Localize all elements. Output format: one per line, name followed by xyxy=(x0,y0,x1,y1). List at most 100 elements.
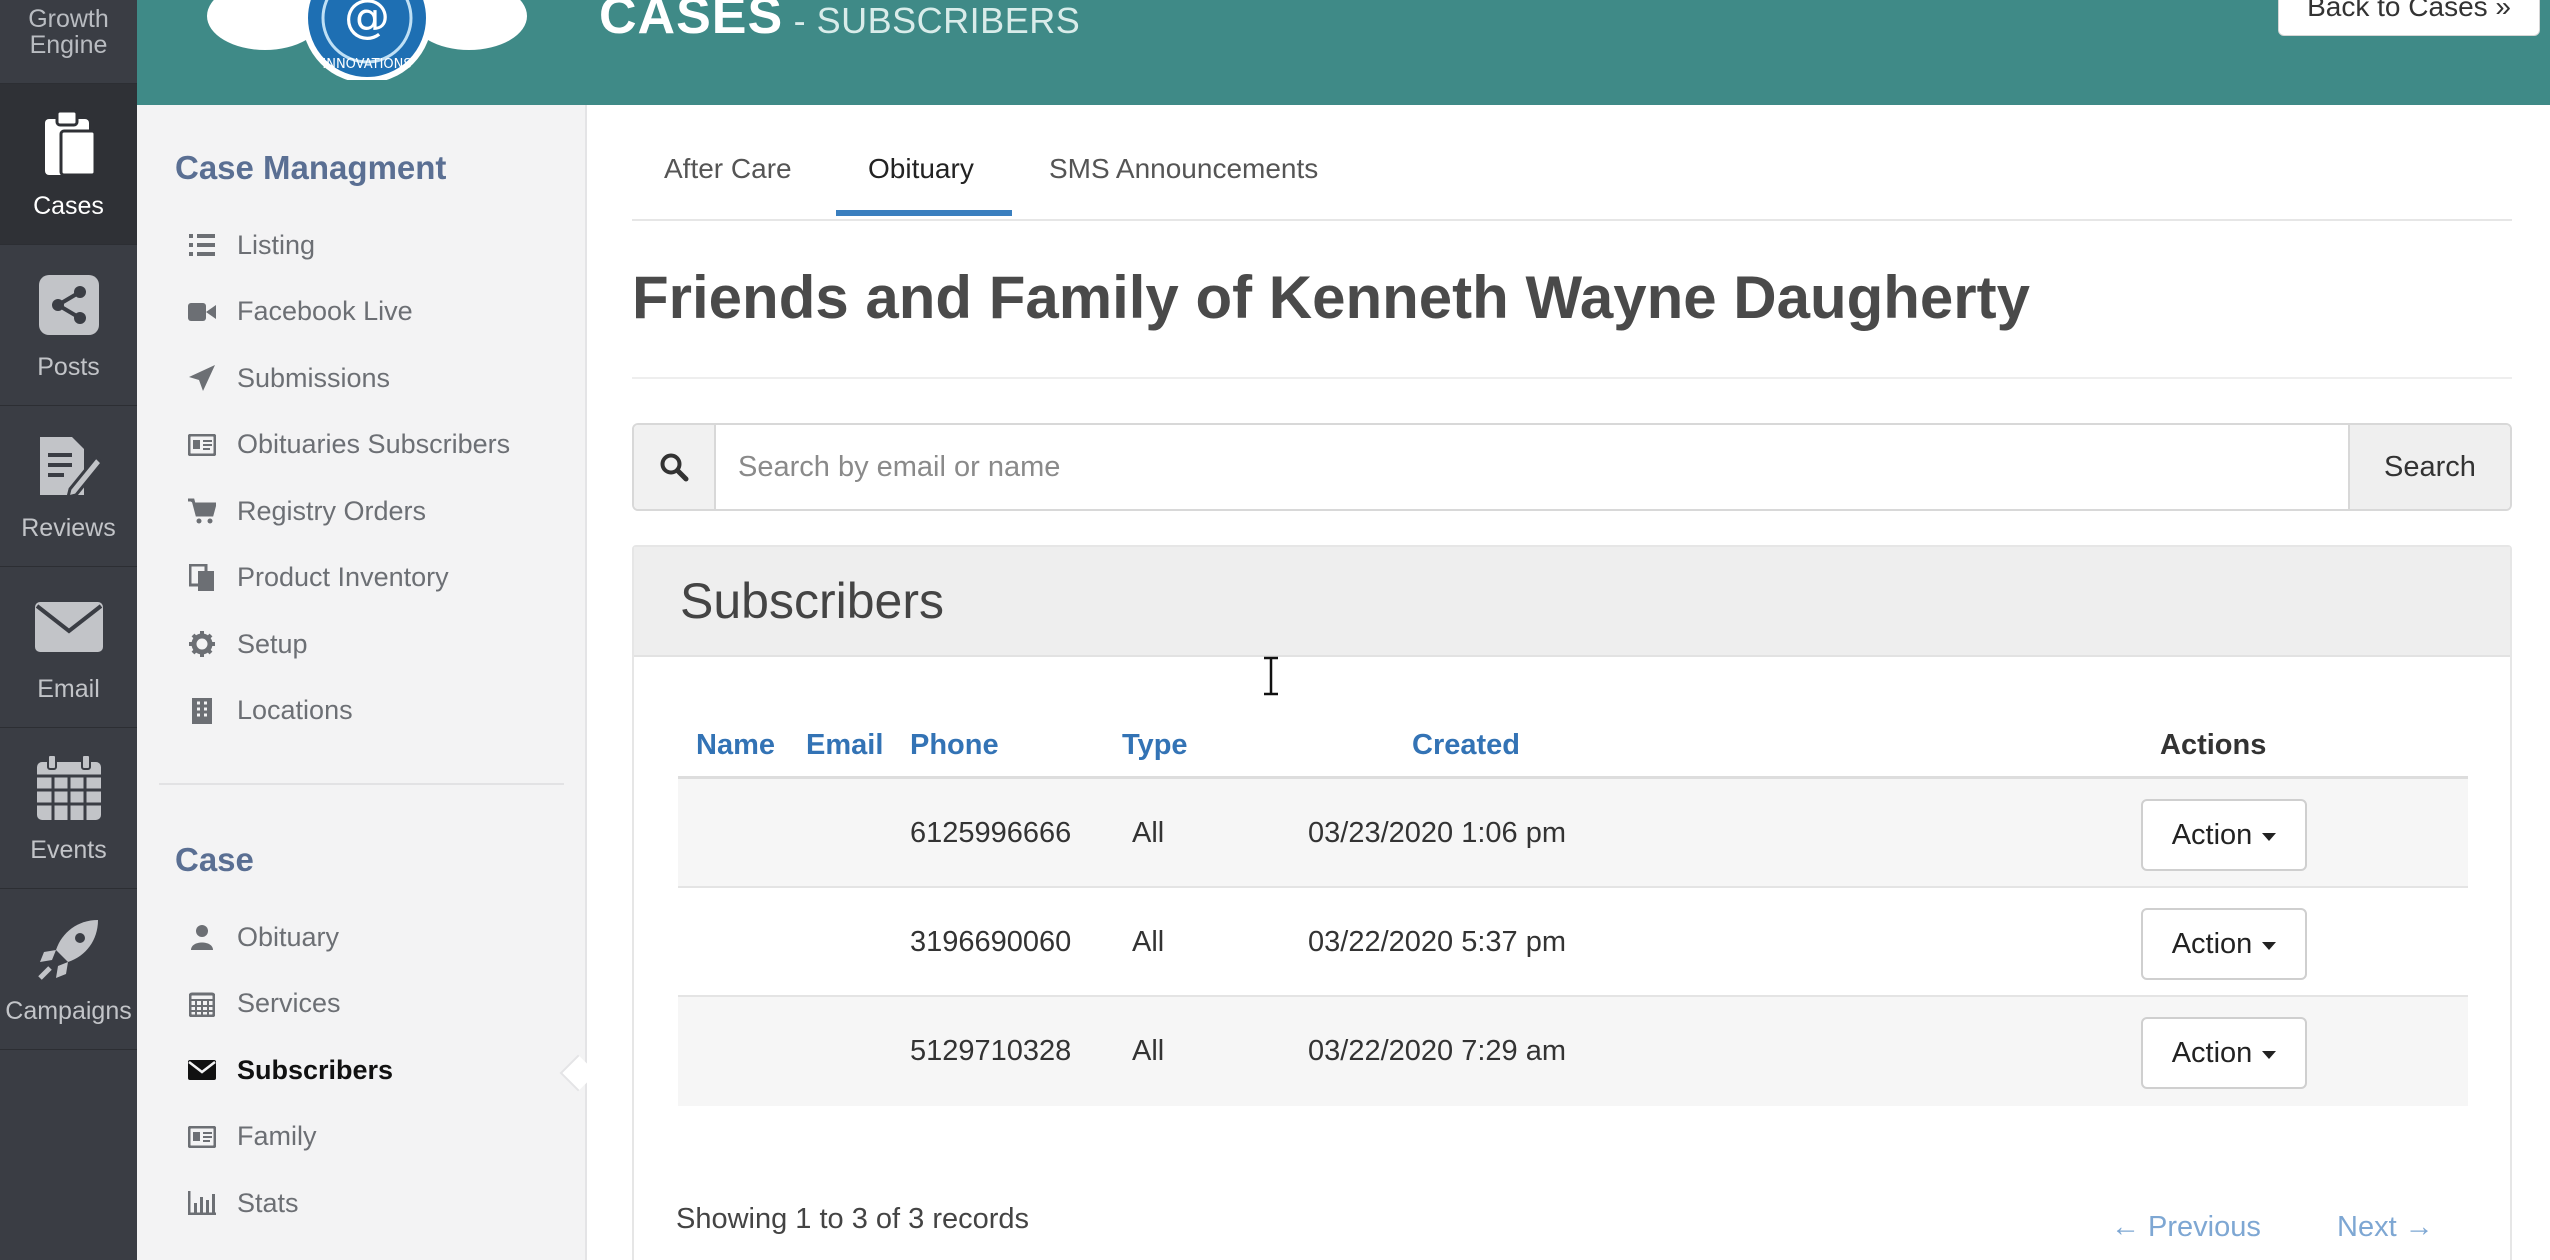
sidebar-item-submissions[interactable]: Submissions xyxy=(187,345,577,412)
sidebar-item-obituaries-subscribers[interactable]: Obituaries Subscribers xyxy=(187,412,577,479)
sidebar-item-label: Subscribers xyxy=(237,1054,394,1085)
sidebar-item-label: Product Inventory xyxy=(237,562,449,593)
rail-item-label: Email xyxy=(37,674,100,703)
rail-item-posts[interactable]: Posts xyxy=(0,245,137,406)
sidebar-heading-case-management: Case Managment xyxy=(175,149,447,186)
next-page-link[interactable]: Next → xyxy=(2337,1211,2434,1244)
sidebar-heading-case: Case xyxy=(175,841,254,878)
rail-item-label: Campaigns xyxy=(5,996,132,1025)
search-button[interactable]: Search xyxy=(2348,425,2510,509)
previous-page-link[interactable]: ← Previous xyxy=(2111,1211,2261,1244)
back-to-cases-button[interactable]: Back to Cases » xyxy=(2278,0,2540,36)
rail-item-email[interactable]: Email xyxy=(0,567,137,728)
app-window: Growth Engine Cases Posts Reviews Email … xyxy=(0,0,2550,1260)
share-icon xyxy=(33,269,105,341)
rail-brand-line-1: Growth xyxy=(28,5,109,33)
tab-sms-announcements[interactable]: SMS Announcements xyxy=(1049,153,1318,185)
search-input[interactable] xyxy=(716,425,2348,509)
cell-created: 03/23/2020 1:06 pm xyxy=(1308,817,1566,849)
cell-created: 03/22/2020 5:37 pm xyxy=(1308,926,1566,958)
sidebar-item-obituary[interactable]: Obituary xyxy=(187,904,577,971)
sidebar-item-label: Stats xyxy=(237,1187,299,1218)
building-icon xyxy=(187,696,217,726)
records-info: Showing 1 to 3 of 3 records xyxy=(676,1203,1030,1235)
envelope-icon xyxy=(33,591,105,663)
sidebar-item-label: Facebook Live xyxy=(237,296,413,327)
envelope-icon xyxy=(187,1055,217,1085)
page-header-title: CASES - SUBSCRIBERS xyxy=(599,0,1080,46)
copy-icon xyxy=(187,563,217,593)
sidebar-item-label: Setup xyxy=(237,628,308,659)
sidebar-item-family[interactable]: Family xyxy=(187,1104,577,1171)
sidebar-item-services[interactable]: Services xyxy=(187,971,577,1038)
sidebar-item-label: Locations xyxy=(237,695,353,726)
header-subtitle: - SUBSCRIBERS xyxy=(783,0,1081,41)
sidebar-item-label: Submissions xyxy=(237,362,391,393)
page-title: Friends and Family of Kenneth Wayne Daug… xyxy=(632,264,2030,331)
sidebar-item-listing[interactable]: Listing xyxy=(187,212,577,279)
action-label: Action xyxy=(2171,927,2253,960)
video-camera-icon xyxy=(187,297,217,327)
shopping-cart-icon xyxy=(187,496,217,526)
column-header-actions: Actions xyxy=(2160,729,2267,761)
sidebar-item-facebook-live[interactable]: Facebook Live xyxy=(187,279,577,346)
sidebar-item-registry-orders[interactable]: Registry Orders xyxy=(187,478,577,545)
company-logo: @ INNOVATIONS xyxy=(207,0,527,83)
calendar-icon xyxy=(33,752,105,824)
header-title: CASES xyxy=(599,0,784,45)
search-bar: Search xyxy=(632,423,2512,511)
text-cursor-icon xyxy=(1262,656,1280,696)
caret-down-icon xyxy=(2262,941,2277,950)
sidebar-item-label: Listing xyxy=(237,229,316,260)
cell-phone: 5129710328 xyxy=(910,1035,1072,1067)
cell-type: All xyxy=(1132,926,1165,958)
rail-item-reviews[interactable]: Reviews xyxy=(0,406,137,567)
rail-item-cases[interactable]: Cases xyxy=(0,84,137,245)
row-action-button[interactable]: Action xyxy=(2141,908,2307,980)
row-action-button[interactable]: Action xyxy=(2141,799,2307,871)
svg-text:@: @ xyxy=(344,0,390,43)
sidebar-item-subscribers[interactable]: Subscribers xyxy=(187,1037,577,1104)
row-action-button[interactable]: Action xyxy=(2141,1017,2307,1089)
cell-phone: 6125996666 xyxy=(910,817,1072,849)
clipboard-icon xyxy=(33,108,105,180)
paper-plane-icon xyxy=(187,363,217,393)
sidebar-item-stats[interactable]: Stats xyxy=(187,1170,577,1237)
sidebar-item-label: Registry Orders xyxy=(237,495,427,526)
subscribers-table: Name Email Phone Type Created Actions 61… xyxy=(678,717,2468,1106)
caret-down-icon xyxy=(2262,832,2277,841)
sidebar-item-locations[interactable]: Locations xyxy=(187,678,577,745)
sidebar-item-setup[interactable]: Setup xyxy=(187,611,577,678)
case-tabs: After Care Obituary SMS Announcements xyxy=(632,105,2512,221)
rail-brand: Growth Engine xyxy=(0,0,137,84)
rail-item-campaigns[interactable]: Campaigns xyxy=(0,889,137,1050)
app-rail: Growth Engine Cases Posts Reviews Email … xyxy=(0,0,137,1260)
logo-text: INNOVATIONS xyxy=(322,57,411,72)
calendar-icon xyxy=(187,989,217,1019)
rail-item-label: Cases xyxy=(33,191,104,220)
id-card-icon xyxy=(187,1122,217,1152)
column-header-created[interactable]: Created xyxy=(1412,729,1520,762)
column-header-name[interactable]: Name xyxy=(696,729,775,762)
column-header-type[interactable]: Type xyxy=(1122,729,1188,762)
column-header-email[interactable]: Email xyxy=(806,729,883,762)
rail-item-label: Reviews xyxy=(21,513,116,542)
sidebar-item-label: Family xyxy=(237,1121,317,1152)
tab-after-care[interactable]: After Care xyxy=(664,153,792,185)
user-icon xyxy=(187,922,217,952)
table-row: 6125996666 All 03/23/2020 1:06 pm Action xyxy=(678,779,2468,888)
cell-type: All xyxy=(1132,1035,1165,1067)
caret-down-icon xyxy=(2262,1050,2277,1059)
column-header-phone[interactable]: Phone xyxy=(910,729,999,762)
bar-chart-icon xyxy=(187,1188,217,1218)
tab-obituary[interactable]: Obituary xyxy=(868,153,974,185)
top-header: @ INNOVATIONS CASES - SUBSCRIBERS Back t… xyxy=(137,0,2550,105)
title-divider xyxy=(632,377,2512,379)
sidebar-item-label: Obituaries Subscribers xyxy=(237,429,511,460)
search-icon xyxy=(634,425,716,509)
sidebar-list-case: Obituary Services Subscribers Family Sta… xyxy=(187,904,577,1237)
rail-item-events[interactable]: Events xyxy=(0,728,137,889)
cell-phone: 3196690060 xyxy=(910,926,1072,958)
sidebar-item-product-inventory[interactable]: Product Inventory xyxy=(187,545,577,612)
document-edit-icon xyxy=(33,430,105,502)
